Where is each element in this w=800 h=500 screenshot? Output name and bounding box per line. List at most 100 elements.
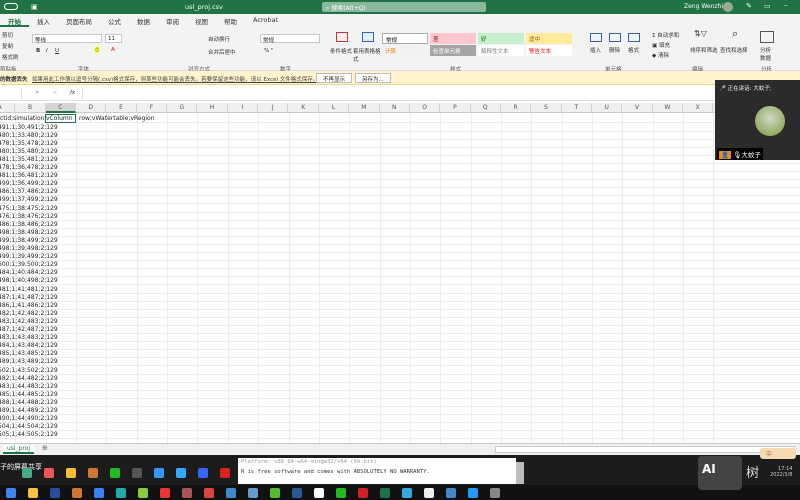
cell-a[interactable]: 476;1;38;476;2;129 [0, 213, 58, 221]
delete-cells-button[interactable]: 删除 [609, 46, 620, 54]
fill-color-button[interactable]: ◇ [95, 47, 100, 53]
tray-app-icon[interactable] [220, 468, 230, 478]
cell-a[interactable]: 487;1;41;487;2;129 [0, 294, 58, 302]
column-header-P[interactable]: P [440, 103, 471, 113]
conditional-format-button[interactable]: 条件格式 [330, 47, 352, 55]
taskbar-app-icon[interactable] [336, 488, 346, 498]
tray-app-icon[interactable] [88, 468, 98, 478]
cell-a[interactable]: 481;1;41;481;2;129 [0, 286, 58, 294]
font-color-button[interactable]: A [111, 47, 115, 53]
taskbar-app-icon[interactable] [446, 488, 456, 498]
find-select-button[interactable]: 查找和选择 [720, 46, 748, 54]
tab-4[interactable]: 数据 [129, 14, 158, 27]
clear-button[interactable]: ◆ 清除 [652, 51, 669, 59]
cell-a[interactable]: 482;1;42;482;2;129 [0, 310, 58, 318]
taskbar-app-icon[interactable] [50, 488, 60, 498]
cut-button[interactable]: 剪切 [2, 31, 13, 39]
cell-a[interactable]: 505;1;44;505;2;129 [0, 431, 58, 439]
ime-indicator[interactable]: 中 [760, 448, 796, 459]
tab-2[interactable]: 页面布局 [58, 14, 100, 27]
cell-d1[interactable]: row;vWatertable;vRegion [79, 115, 155, 123]
autosum-button[interactable]: Σ 自动求和 [652, 31, 679, 39]
cell-a[interactable]: 502;1;43;502;2;129 [0, 367, 58, 375]
cell-a[interactable]: 483;1;43;483;2;129 [0, 334, 58, 342]
column-header-Q[interactable]: Q [471, 103, 501, 113]
cell-style-2[interactable]: 好 [478, 33, 524, 44]
column-header-R[interactable]: R [501, 103, 532, 113]
cell-a[interactable]: 489;1;44;489;2;129 [0, 407, 58, 415]
tray-app-icon[interactable] [176, 468, 186, 478]
tab-7[interactable]: 帮助 [216, 14, 245, 27]
taskbar-app-icon[interactable] [490, 488, 500, 498]
cell-a[interactable]: 499;1;37;499;2;129 [0, 196, 58, 204]
column-header-B[interactable]: B [15, 103, 46, 113]
font-name-select[interactable]: 等线 [32, 34, 102, 44]
cell-a[interactable]: 498;1;39;498;2;129 [0, 245, 58, 253]
taskbar-app-icon[interactable] [28, 488, 38, 498]
insert-cells-button[interactable]: 插入 [590, 46, 601, 54]
column-header-L[interactable]: L [319, 103, 350, 113]
formula-input[interactable] [82, 89, 712, 99]
column-header-H[interactable]: H [197, 103, 228, 113]
wrap-text-button[interactable]: 自动换行 [208, 35, 230, 43]
cell-a[interactable]: 485;1;43;485;2;129 [0, 350, 58, 358]
column-header-T[interactable]: T [562, 103, 592, 113]
tray-app-icon[interactable] [154, 468, 164, 478]
column-header-F[interactable]: F [137, 103, 168, 113]
cell-a[interactable]: 490;1;44;490;2;129 [0, 415, 58, 423]
column-header-A[interactable]: A [0, 103, 16, 113]
cell-style-5[interactable]: 检查单元格 [430, 45, 476, 56]
cell-a[interactable]: 478;1;35;478;2;129 [0, 140, 58, 148]
fill-button[interactable]: ▣ 填充 [652, 41, 670, 49]
column-header-W[interactable]: W [653, 103, 684, 113]
merge-center-button[interactable]: 合并后居中 [208, 48, 236, 56]
taskbar-app-icon[interactable] [116, 488, 126, 498]
column-header-O[interactable]: O [410, 103, 441, 113]
taskbar-app-icon[interactable] [182, 488, 192, 498]
cell-a[interactable]: 486;1;41;486;2;129 [0, 302, 58, 310]
format-painter-button[interactable]: 格式刷 [2, 53, 19, 61]
taskbar-app-icon[interactable] [72, 488, 82, 498]
cell-a[interactable]: 480;1;33;480;2;129 [0, 132, 58, 140]
cell-a[interactable]: 500;1;39;500;2;129 [0, 261, 58, 269]
cell-a[interactable]: 491;1;30;491;2;129 [0, 124, 58, 132]
cell-style-7[interactable]: 警告文本 [526, 45, 572, 56]
taskbar-app-icon[interactable] [424, 488, 434, 498]
cell-a[interactable]: 504;1;44;504;2;129 [0, 423, 58, 431]
cell-style-4[interactable]: 计算 [382, 45, 428, 56]
tray-app-icon[interactable] [66, 468, 76, 478]
tray-app-icon[interactable] [110, 468, 120, 478]
cell-a[interactable]: 487;1;42;487;2;129 [0, 326, 58, 334]
cell-a[interactable]: 486;1;38;486;2;129 [0, 221, 58, 229]
tab-8[interactable]: Acrobat [245, 14, 286, 27]
format-cells-button[interactable]: 格式 [628, 46, 639, 54]
dont-show-again-button[interactable]: 不再显示 [316, 73, 353, 83]
taskbar-app-icon[interactable] [314, 488, 324, 498]
cell-a[interactable]: 498;1;40;498;2;129 [0, 277, 58, 285]
cell-a1[interactable]: ctid;simulationid [0, 115, 50, 123]
column-header-V[interactable]: V [622, 103, 653, 113]
cell-style-1[interactable]: 差 [430, 33, 476, 44]
column-header-I[interactable]: I [228, 103, 259, 113]
cell-grid[interactable]: ctid;simulationid vColumn row;vWatertable;… [0, 113, 800, 443]
percent-button[interactable]: % ❜ [264, 48, 273, 54]
cell-a[interactable]: 481;1;36;481;2;129 [0, 172, 58, 180]
column-header-M[interactable]: M [349, 103, 380, 113]
taskbar-app-icon[interactable] [380, 488, 390, 498]
taskbar-app-icon[interactable] [248, 488, 258, 498]
confirm-icon[interactable]: ✓ [53, 90, 58, 96]
ribbon-display-icon[interactable]: ▭ [764, 2, 771, 10]
column-header-X[interactable]: X [683, 103, 714, 113]
cell-a[interactable]: 482;1;44;482;2;129 [0, 375, 58, 383]
cell-a[interactable]: 484;1;43;484;2;129 [0, 342, 58, 350]
taskbar-app-icon[interactable] [402, 488, 412, 498]
tab-3[interactable]: 公式 [100, 14, 129, 27]
cell-a[interactable]: 499;1;39;499;2;129 [0, 253, 58, 261]
cell-c1-selected[interactable]: vColumn [45, 114, 76, 123]
column-header-N[interactable]: N [380, 103, 410, 113]
tray-app-icon[interactable] [44, 468, 54, 478]
taskbar-app-icon[interactable] [94, 488, 104, 498]
tray-app-icon[interactable] [132, 468, 142, 478]
tray-app-icon[interactable] [198, 468, 208, 478]
add-sheet-icon[interactable]: ⊕ [42, 444, 48, 452]
